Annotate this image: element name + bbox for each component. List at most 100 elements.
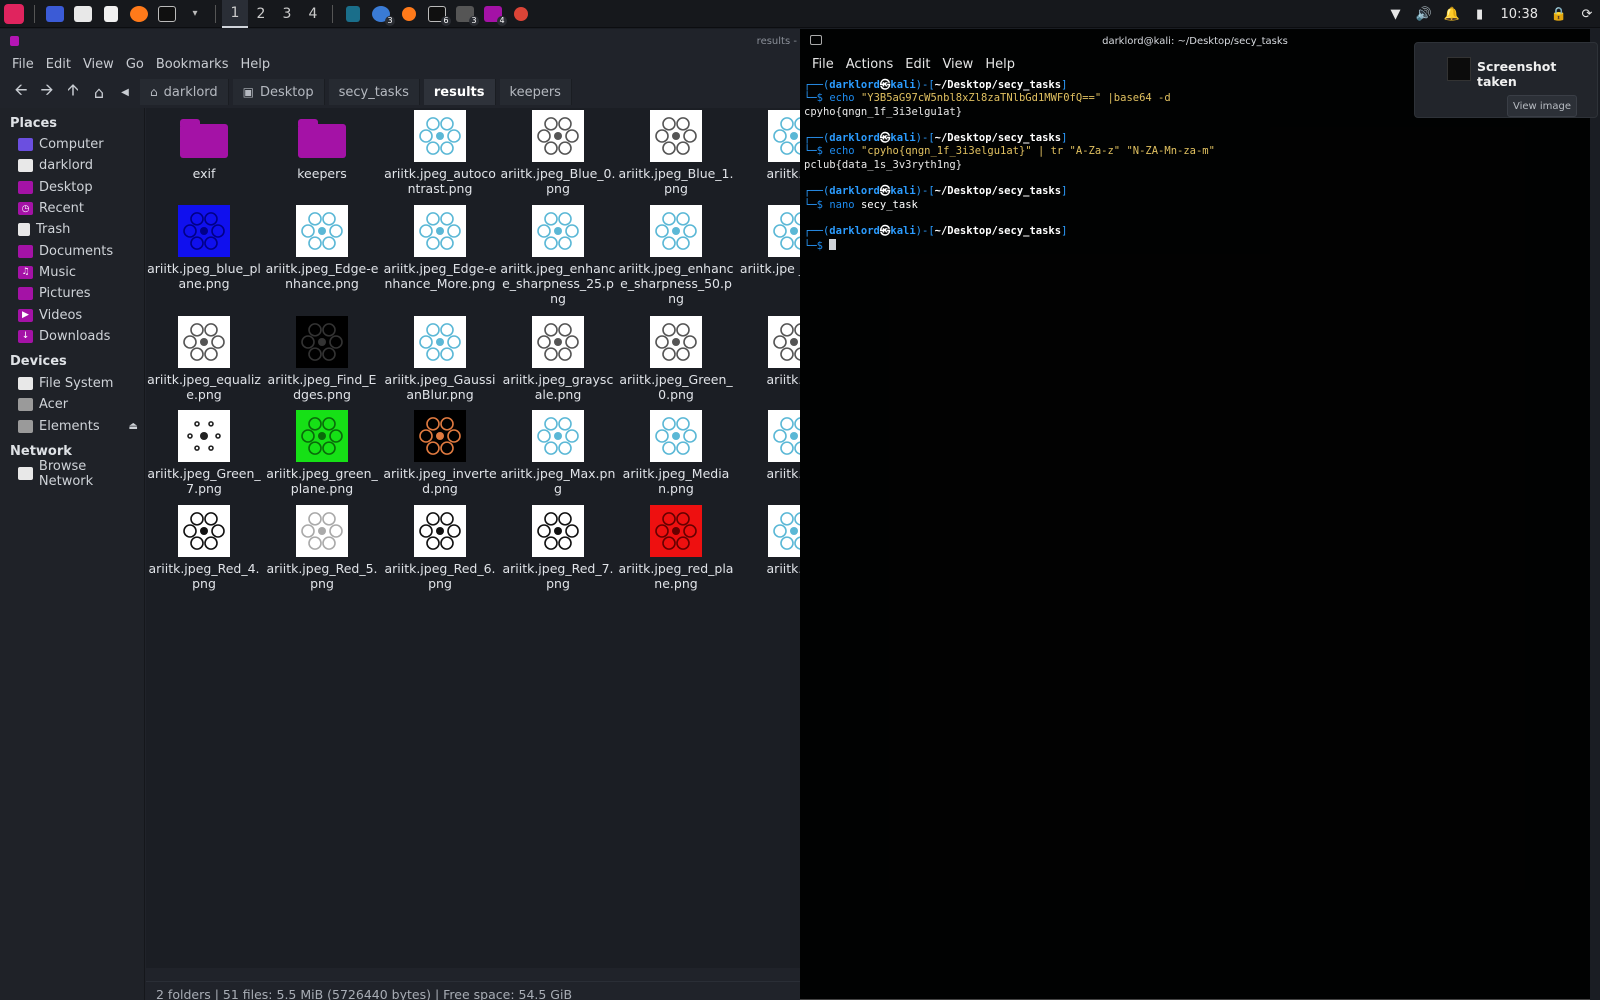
menu-view[interactable]: View	[77, 57, 120, 72]
menu-actions[interactable]: Actions	[840, 57, 900, 72]
file-item[interactable]: ariitk.jpeg_green_plane.png	[264, 410, 380, 496]
crumb-results[interactable]: results	[423, 79, 496, 105]
text-cursor	[829, 238, 837, 250]
sidebar-item-desktop[interactable]: Desktop	[0, 177, 144, 198]
workspace-1[interactable]: 1	[222, 0, 248, 28]
lock-icon[interactable]: 🔒	[1551, 7, 1567, 22]
file-item[interactable]: ariitk.jpeg_Edge-enhance_More.png	[382, 205, 498, 291]
file-item[interactable]: ariitk.jpeg_Red_5.png	[264, 505, 380, 591]
task-firefox-icon[interactable]	[397, 0, 421, 28]
eject-icon[interactable]: ⏏	[129, 421, 138, 432]
show-desktop-icon[interactable]	[43, 0, 67, 28]
file-item[interactable]: ariitk.jpeg_Find_Edges.png	[264, 316, 380, 402]
file-name: ariitk.jpeg_Red_5.png	[266, 561, 378, 591]
file-item[interactable]: ariitk.jpeg_Red_6.png	[382, 505, 498, 591]
chevron-down-icon[interactable]: ▾	[183, 0, 207, 28]
forward-arrow-icon[interactable]: 🡪	[36, 80, 58, 103]
menu-edit[interactable]: Edit	[899, 57, 936, 72]
crumb-darklord[interactable]: ⌂ darklord	[140, 79, 229, 105]
crumb-keepers[interactable]: keepers	[499, 79, 572, 105]
view-image-button[interactable]: View image	[1507, 95, 1577, 117]
file-item[interactable]: ariitk.jpe	[736, 110, 800, 181]
task-folder-icon[interactable]: 4	[481, 0, 507, 28]
up-arrow-icon[interactable]: 🡩	[62, 80, 84, 103]
sidebar-item-computer[interactable]: Computer	[0, 134, 144, 155]
file-icon-view[interactable]: exif keepers ariitk.jpeg_autocontrast.png a…	[146, 108, 800, 968]
file-item[interactable]: ariitk.jpeg_Green_0.png	[618, 316, 734, 402]
kali-menu-icon[interactable]	[2, 0, 26, 28]
back-arrow-icon[interactable]: 🡨	[10, 80, 32, 103]
file-item[interactable]: ariitk.jpeg_Red_7.png	[500, 505, 616, 591]
volume-icon[interactable]: 🔊	[1415, 7, 1431, 22]
menu-view[interactable]: View	[936, 57, 979, 72]
sidebar-item-videos[interactable]: ▶ Videos	[0, 304, 144, 325]
workspace-3[interactable]: 3	[274, 0, 300, 28]
file-item[interactable]: ariitk.jpeg_equalize.png	[146, 316, 262, 402]
workspace-2[interactable]: 2	[248, 0, 274, 28]
sidebar-item-documents[interactable]: Documents	[0, 240, 144, 261]
file-item[interactable]: ariitk.jpeg_Max.png	[500, 410, 616, 496]
file-item[interactable]: ariitk.jpe	[736, 505, 800, 576]
sidebar-item-recent[interactable]: ◷ Recent	[0, 198, 144, 219]
menu-help[interactable]: Help	[234, 57, 276, 72]
file-item[interactable]: ariitk.jpeg_inverted.png	[382, 410, 498, 496]
sidebar-item-darklord[interactable]: darklord	[0, 155, 144, 176]
menu-bookmarks[interactable]: Bookmarks	[150, 57, 235, 72]
menu-help[interactable]: Help	[979, 57, 1021, 72]
file-item[interactable]: ariitk.jpeg_Median.png	[618, 410, 734, 496]
sidebar-item-downloads[interactable]: ↓ Downloads	[0, 326, 144, 347]
text-editor-launcher-icon[interactable]	[99, 0, 123, 28]
menu-go[interactable]: Go	[120, 57, 150, 72]
sidebar-item-music[interactable]: ♫ Music	[0, 262, 144, 283]
file-item[interactable]: exif	[146, 110, 262, 181]
home-icon[interactable]: ⌂	[88, 81, 110, 103]
menu-file[interactable]: File	[6, 57, 40, 72]
drive-icon	[18, 398, 33, 412]
menu-file[interactable]: File	[806, 57, 840, 72]
task-terminal-icon[interactable]: 6	[425, 0, 451, 28]
crumb-desktop[interactable]: ▣ Desktop	[232, 79, 325, 105]
power-icon[interactable]: ⟳	[1580, 7, 1594, 22]
file-item[interactable]: ariitk.jpe	[736, 316, 800, 387]
firefox-launcher-icon[interactable]	[127, 0, 151, 28]
notification-bell-icon[interactable]: 🔔	[1443, 7, 1459, 22]
path-left-chevron-icon[interactable]: ◀	[114, 81, 136, 103]
file-item[interactable]: ariitk.jpeg_autocontrast.png	[382, 110, 498, 196]
sidebar-item-browse-network[interactable]: Browse Network	[0, 459, 144, 489]
sidebar-item-pictures[interactable]: Pictures	[0, 283, 144, 304]
menu-edit[interactable]: Edit	[40, 57, 77, 72]
task-app-icon[interactable]	[341, 0, 365, 28]
sidebar-item-acer[interactable]: Acer	[0, 394, 144, 415]
file-item[interactable]: ariitk.jpeg_Green_7.png	[146, 410, 262, 496]
file-item[interactable]: ariitk.jpeg_Edge-enhance.png	[264, 205, 380, 291]
file-item[interactable]: keepers	[264, 110, 380, 181]
file-item[interactable]: ariitk.jpeg_red_plane.png	[618, 505, 734, 591]
file-item[interactable]: ariitk.jpeg_Blue_1.png	[618, 110, 734, 196]
crumb-secy-tasks[interactable]: secy_tasks	[328, 79, 420, 105]
screenshot-notification[interactable]: Screenshot taken View image	[1414, 42, 1598, 118]
task-chrome-icon[interactable]	[509, 0, 533, 28]
file-manager-titlebar[interactable]: results - Th	[0, 29, 800, 53]
file-manager-launcher-icon[interactable]	[71, 0, 95, 28]
task-screenshot-icon[interactable]: 3	[453, 0, 479, 28]
file-name: ariitk.jpe	[766, 561, 800, 576]
file-item[interactable]: ariitk.jpeg_blue_plane.png	[146, 205, 262, 291]
command-line[interactable]: └─$	[804, 238, 1586, 253]
terminal-launcher-icon[interactable]	[155, 0, 179, 28]
sidebar-item-file-system[interactable]: File System	[0, 373, 144, 394]
file-item[interactable]: ariitk.jpeg_GaussianBlur.png	[382, 316, 498, 402]
file-item[interactable]: ariitk.jpeg_grayscale.png	[500, 316, 616, 402]
task-chat-icon[interactable]: 3	[369, 0, 395, 28]
wifi-icon[interactable]: ▼	[1389, 7, 1403, 22]
file-item[interactable]: ariitk.jpe _sharpn	[736, 205, 800, 276]
clock[interactable]: 10:38	[1501, 7, 1538, 22]
file-item[interactable]: ariitk.jpe	[736, 410, 800, 481]
file-item[interactable]: ariitk.jpeg_enhance_sharpness_25.png	[500, 205, 616, 306]
sidebar-item-elements[interactable]: Elements ⏏	[0, 416, 144, 437]
workspace-4[interactable]: 4	[300, 0, 326, 28]
battery-icon[interactable]: ▮	[1473, 7, 1487, 22]
file-item[interactable]: ariitk.jpeg_Red_4.png	[146, 505, 262, 591]
file-item[interactable]: ariitk.jpeg_Blue_0.png	[500, 110, 616, 196]
sidebar-item-trash[interactable]: Trash	[0, 219, 144, 240]
file-item[interactable]: ariitk.jpeg_enhance_sharpness_50.png	[618, 205, 734, 306]
